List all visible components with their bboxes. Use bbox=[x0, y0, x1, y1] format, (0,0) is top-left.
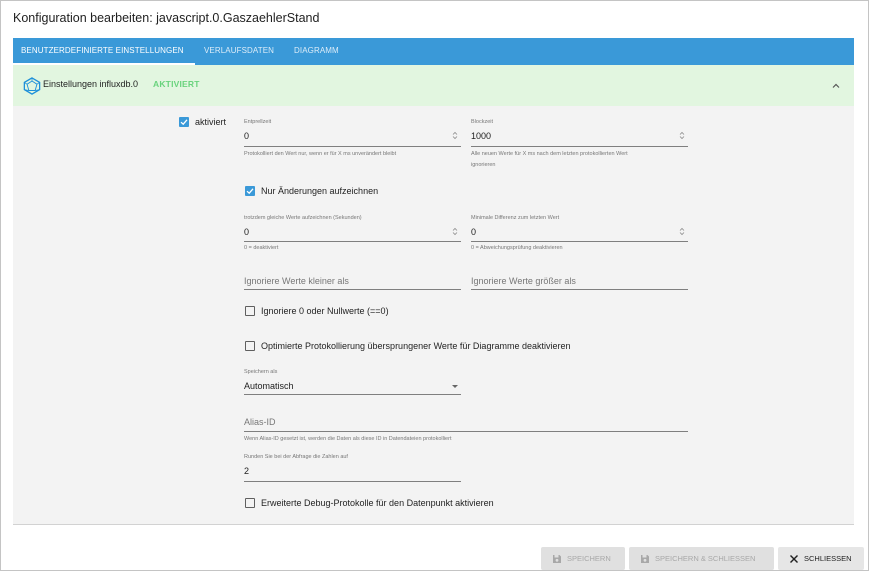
save-icon bbox=[641, 554, 649, 563]
ignore-zero-checkbox[interactable] bbox=[245, 306, 255, 316]
ignore-below-underline bbox=[244, 289, 461, 290]
tab-bar: BENUTZERDEFINIERTE EINSTELLUNGEN VERLAUF… bbox=[13, 38, 854, 65]
blocktime-help-cont: ignorieren bbox=[471, 162, 496, 168]
same-values-label: trotzdem gleiche Werte aufzeichnen (Seku… bbox=[244, 215, 362, 221]
panel-title: Einstellungen influxdb.0 bbox=[43, 79, 139, 89]
round-underline bbox=[244, 481, 461, 482]
enabled-checkbox[interactable] bbox=[179, 117, 189, 127]
spinner-icon[interactable] bbox=[679, 131, 685, 140]
content-divider bbox=[13, 524, 854, 525]
blocktime-underline bbox=[471, 146, 688, 147]
debounce-input[interactable]: 0 bbox=[244, 131, 249, 141]
same-values-underline bbox=[244, 241, 461, 242]
save-close-button[interactable]: SPEICHERN & SCHLIESSEN bbox=[629, 547, 774, 570]
dialog-title: Konfiguration bearbeiten: javascript.0.G… bbox=[13, 11, 320, 25]
same-values-help: 0 = deaktiviert bbox=[244, 245, 279, 251]
spinner-icon[interactable] bbox=[679, 227, 685, 236]
settings-content: Einstellungen influxdb.0 AKTIVIERT aktiv… bbox=[13, 65, 854, 525]
chevron-up-icon[interactable] bbox=[830, 80, 842, 92]
save-button-label: SPEICHERN bbox=[567, 554, 611, 563]
min-diff-label: Minimale Differenz zum letzten Wert bbox=[471, 215, 560, 221]
tab-history-data[interactable]: VERLAUFSDATEN bbox=[204, 38, 274, 65]
ignore-below-input[interactable]: Ignoriere Werte kleiner als bbox=[244, 276, 349, 286]
store-as-select[interactable]: Automatisch bbox=[244, 381, 294, 391]
store-as-underline bbox=[244, 394, 461, 395]
round-input[interactable]: 2 bbox=[244, 466, 249, 476]
panel-header[interactable]: Einstellungen influxdb.0 AKTIVIERT bbox=[13, 65, 854, 106]
alias-input[interactable]: Alias-ID bbox=[244, 417, 276, 427]
check-icon bbox=[180, 119, 188, 126]
changes-only-label: Nur Änderungen aufzeichnen bbox=[261, 186, 379, 196]
same-values-input[interactable]: 0 bbox=[244, 227, 249, 237]
close-button-label: SCHLIESSEN bbox=[804, 554, 852, 563]
spinner-icon[interactable] bbox=[452, 227, 458, 236]
influxdb-icon bbox=[23, 77, 41, 95]
close-button[interactable]: SCHLIESSEN bbox=[778, 547, 864, 570]
alias-help: Wenn Alias-ID gesetzt ist, werden die Da… bbox=[244, 436, 452, 442]
save-icon bbox=[553, 554, 561, 563]
store-as-label: Speichern als bbox=[244, 369, 278, 375]
min-diff-input[interactable]: 0 bbox=[471, 227, 476, 237]
ignore-above-input[interactable]: Ignoriere Werte größer als bbox=[471, 276, 576, 286]
status-badge: AKTIVIERT bbox=[153, 79, 200, 89]
changes-only-checkbox[interactable] bbox=[245, 186, 255, 196]
spinner-icon[interactable] bbox=[452, 131, 458, 140]
save-close-button-label: SPEICHERN & SCHLIESSEN bbox=[655, 554, 756, 563]
tab-custom-settings[interactable]: BENUTZERDEFINIERTE EINSTELLUNGEN bbox=[21, 38, 184, 65]
round-label: Runden Sie bei der Abfrage die Zahlen au… bbox=[244, 454, 348, 460]
check-icon bbox=[246, 188, 254, 195]
tab-chart[interactable]: DIAGRAMM bbox=[294, 38, 339, 65]
ignore-zero-label: Ignoriere 0 oder Nullwerte (==0) bbox=[261, 306, 389, 316]
ignore-above-underline bbox=[471, 289, 688, 290]
blocktime-help: Alle neuen Werte für X ms nach dem letzt… bbox=[471, 151, 628, 157]
blocktime-input[interactable]: 1000 bbox=[471, 131, 491, 141]
debounce-label: Entprellzeit bbox=[244, 119, 272, 125]
disable-skipped-label: Optimierte Protokollierung übersprungene… bbox=[261, 341, 571, 351]
debug-label: Erweiterte Debug-Protokolle für den Date… bbox=[261, 498, 494, 508]
debounce-underline bbox=[244, 146, 461, 147]
debug-checkbox[interactable] bbox=[245, 498, 255, 508]
min-diff-help: 0 = Abweichungsprüfung deaktivieren bbox=[471, 245, 563, 251]
blocktime-label: Blockzeit bbox=[471, 119, 494, 125]
alias-underline bbox=[244, 431, 688, 432]
min-diff-underline bbox=[471, 241, 688, 242]
save-button[interactable]: SPEICHERN bbox=[541, 547, 625, 570]
close-icon bbox=[790, 554, 798, 563]
dropdown-arrow-icon[interactable] bbox=[452, 385, 458, 388]
disable-skipped-checkbox[interactable] bbox=[245, 341, 255, 351]
enabled-label: aktiviert bbox=[195, 117, 227, 127]
debounce-help: Protokolliert den Wert nur, wenn er für … bbox=[244, 151, 397, 157]
